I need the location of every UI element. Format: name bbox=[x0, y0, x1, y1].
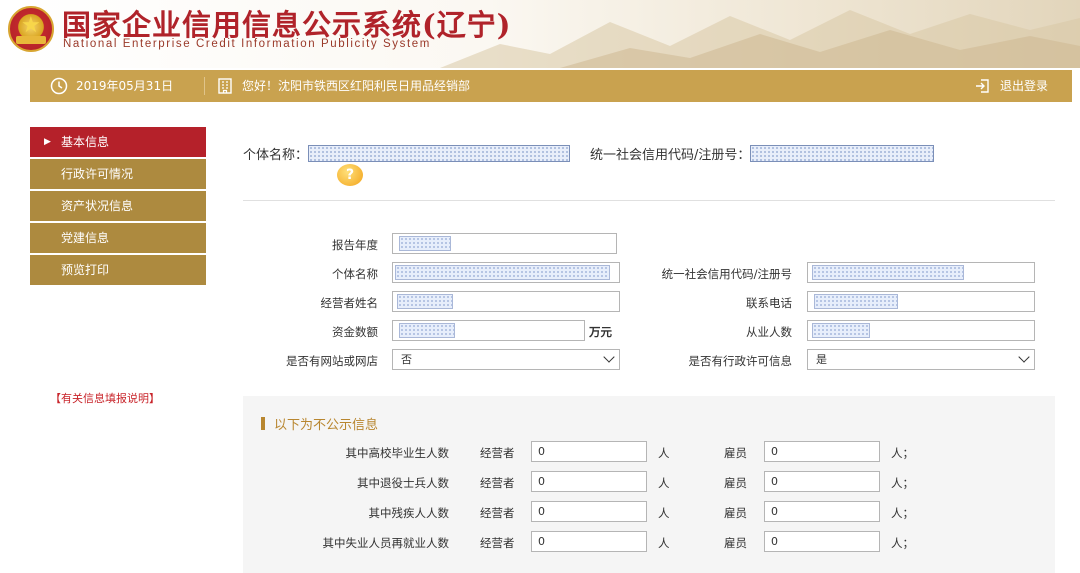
graduates-operator-input[interactable]: 0 bbox=[531, 441, 647, 462]
filing-instructions-link[interactable]: 【有关信息填报说明】 bbox=[50, 390, 160, 406]
nonpublic-title-text: 以下为不公示信息 bbox=[274, 418, 379, 433]
sidebar-item-label: 基本信息 bbox=[61, 135, 110, 149]
phone-label: 联系电话 bbox=[746, 296, 792, 310]
reemployed-employee-input[interactable]: 0 bbox=[764, 531, 880, 552]
national-emblem-icon: ★ bbox=[8, 6, 54, 52]
unit-label: 人； bbox=[891, 446, 914, 460]
credit-code-label: 统一社会信用代码/注册号： bbox=[590, 148, 751, 163]
permit-select-value: 是 bbox=[816, 353, 827, 366]
top-bar: 2019年05月31日 您好！沈阳市铁西区红阳利民日用品经销部 退出登录 bbox=[30, 70, 1072, 102]
disabled-operator-input[interactable]: 0 bbox=[531, 501, 647, 522]
website-select-value: 否 bbox=[401, 353, 412, 366]
sidebar-item-label: 行政许可情况 bbox=[61, 167, 134, 181]
chevron-down-icon bbox=[1018, 351, 1030, 363]
website-select[interactable]: 否 bbox=[392, 349, 620, 370]
entity-name-label: 个体名称 bbox=[332, 267, 378, 281]
employee-label: 雇员 bbox=[724, 476, 747, 490]
sidebar-item-party[interactable]: 党建信息 bbox=[30, 223, 206, 253]
greeting-display: 您好！沈阳市铁西区红阳利民日用品经销部 bbox=[216, 70, 470, 102]
reemployed-label: 其中失业人员再就业人数 bbox=[322, 536, 450, 550]
operator-name-label: 经营者姓名 bbox=[320, 296, 379, 310]
veterans-label: 其中退役士兵人数 bbox=[357, 476, 449, 490]
employees-label: 从业人数 bbox=[746, 325, 792, 339]
disabled-employee-input[interactable]: 0 bbox=[764, 501, 880, 522]
operator-label: 经营者 bbox=[480, 506, 515, 520]
divider bbox=[204, 77, 205, 95]
credit-code-value bbox=[750, 145, 935, 162]
sidebar-item-label: 党建信息 bbox=[61, 231, 110, 245]
capital-input[interactable] bbox=[392, 320, 585, 341]
report-year-label: 报告年度 bbox=[332, 238, 378, 252]
date-text: 2019年05月31日 bbox=[76, 79, 174, 93]
nonpublic-section: 以下为不公示信息 其中高校毕业生人数 经营者 0 人 雇员 0 人； 其中退役士… bbox=[243, 396, 1055, 573]
operator-label: 经营者 bbox=[480, 446, 515, 460]
sidebar-item-label: 资产状况信息 bbox=[61, 199, 134, 213]
employee-label: 雇员 bbox=[724, 446, 747, 460]
operator-label: 经营者 bbox=[480, 536, 515, 550]
site-subtitle: National Enterprise Credit Information P… bbox=[63, 38, 431, 50]
nonpublic-title: 以下为不公示信息 bbox=[261, 414, 378, 433]
unit-label: 人 bbox=[658, 506, 670, 520]
unit-label: 人； bbox=[891, 476, 914, 490]
greeting-text: 您好！沈阳市铁西区红阳利民日用品经销部 bbox=[242, 79, 471, 93]
sidebar-item-assets[interactable]: 资产状况信息 bbox=[30, 191, 206, 221]
site-header: ★ 国家企业信用信息公示系统(辽宁) National Enterprise C… bbox=[0, 0, 1080, 68]
entity-name-value bbox=[308, 145, 571, 162]
operator-label: 经营者 bbox=[480, 476, 515, 490]
divider bbox=[243, 200, 1055, 201]
logout-button[interactable]: 退出登录 bbox=[974, 70, 1048, 102]
veterans-employee-input[interactable]: 0 bbox=[764, 471, 880, 492]
capital-label: 资金数额 bbox=[332, 325, 378, 339]
report-year-input[interactable] bbox=[392, 233, 617, 254]
unit-label: 人 bbox=[658, 476, 670, 490]
entity-name-label: 个体名称： bbox=[243, 148, 309, 163]
logout-icon bbox=[976, 79, 989, 93]
graduates-employee-input[interactable]: 0 bbox=[764, 441, 880, 462]
sidebar: ▶ 基本信息 行政许可情况 资产状况信息 党建信息 预览打印 bbox=[30, 127, 206, 287]
unit-label: 人 bbox=[658, 536, 670, 550]
permit-label: 是否有行政许可信息 bbox=[688, 354, 793, 368]
reemployed-operator-input[interactable]: 0 bbox=[531, 531, 647, 552]
sidebar-item-label: 预览打印 bbox=[61, 263, 110, 277]
entity-name-input[interactable] bbox=[392, 262, 620, 283]
help-icon[interactable]: ? bbox=[337, 164, 363, 186]
employees-input[interactable] bbox=[807, 320, 1035, 341]
caret-right-icon: ▶ bbox=[44, 137, 51, 147]
permit-select[interactable]: 是 bbox=[807, 349, 1035, 370]
veterans-operator-input[interactable]: 0 bbox=[531, 471, 647, 492]
credit-code-label: 统一社会信用代码/注册号 bbox=[661, 267, 792, 281]
credit-code-input[interactable] bbox=[807, 262, 1035, 283]
chevron-down-icon bbox=[603, 351, 615, 363]
phone-input[interactable] bbox=[807, 291, 1035, 312]
date-display: 2019年05月31日 bbox=[50, 70, 173, 102]
section-marker bbox=[261, 417, 265, 430]
logout-label: 退出登录 bbox=[1000, 79, 1049, 93]
sidebar-item-print-preview[interactable]: 预览打印 bbox=[30, 255, 206, 285]
unit-label: 人； bbox=[891, 536, 914, 550]
sidebar-item-basic-info[interactable]: ▶ 基本信息 bbox=[30, 127, 206, 157]
summary-row: 个体名称： 统一社会信用代码/注册号： bbox=[243, 144, 935, 163]
main-panel: 个体名称： 统一社会信用代码/注册号： ? 报告年度 个体名称 统一社会信用代码… bbox=[225, 124, 1072, 573]
sidebar-item-admin-permit[interactable]: 行政许可情况 bbox=[30, 159, 206, 189]
disabled-label: 其中残疾人人数 bbox=[368, 506, 450, 520]
clock-icon bbox=[50, 77, 68, 95]
unit-label: 人 bbox=[658, 446, 670, 460]
website-label: 是否有网站或网店 bbox=[286, 354, 378, 368]
unit-label: 人； bbox=[891, 506, 914, 520]
employee-label: 雇员 bbox=[724, 506, 747, 520]
building-icon bbox=[218, 78, 232, 94]
capital-unit: 万元 bbox=[589, 325, 612, 339]
employee-label: 雇员 bbox=[724, 536, 747, 550]
graduates-label: 其中高校毕业生人数 bbox=[345, 446, 450, 460]
mountain-background bbox=[440, 10, 1080, 68]
operator-name-input[interactable] bbox=[392, 291, 620, 312]
